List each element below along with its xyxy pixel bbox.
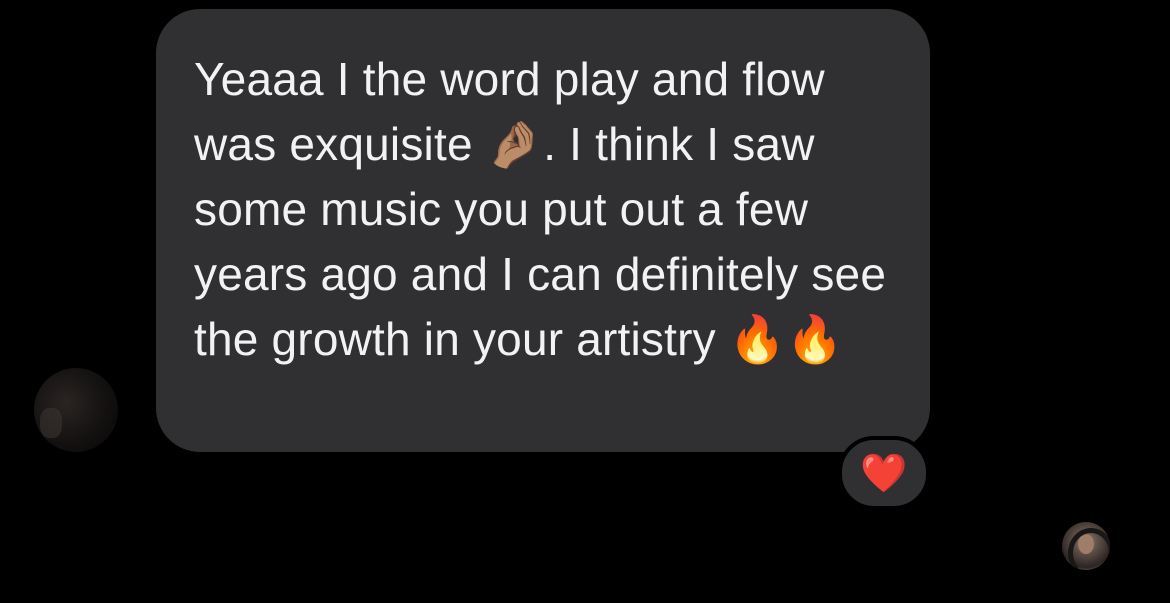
message-bubble[interactable]: Yeaaa I the word play and flow was exqui… [156,9,930,452]
sender-avatar[interactable] [34,368,118,452]
heart-reaction-badge[interactable]: ❤️ [838,436,930,510]
read-receipt-avatar [1062,522,1110,570]
heart-icon: ❤️ [860,451,908,495]
chat-screen: Yeaaa I the word play and flow was exqui… [0,0,1170,603]
message-text: Yeaaa I the word play and flow was exqui… [194,53,900,365]
